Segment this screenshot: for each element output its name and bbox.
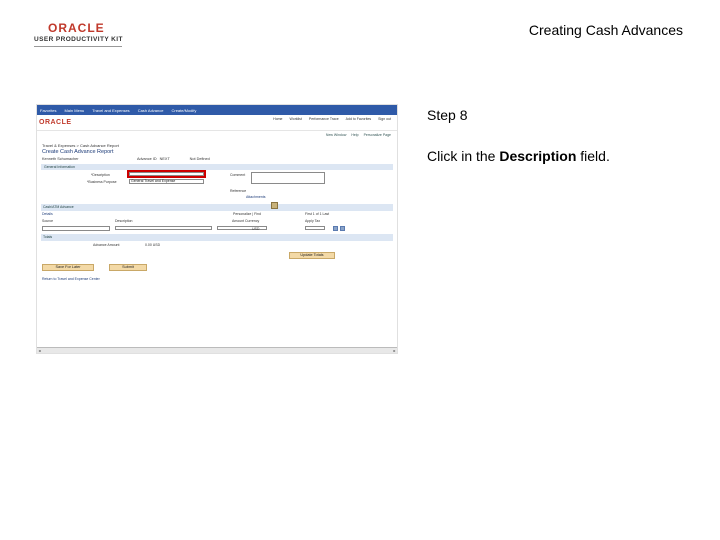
link-home[interactable]: Home xyxy=(273,117,282,121)
cash-advance-bar: Cash/ATM Advance xyxy=(41,204,393,211)
advance-amount-label: Advance Amount xyxy=(93,243,120,247)
description-row: *Description Comment *Business Purpose G… xyxy=(37,170,397,188)
step-screenshot: Favorites Main Menu Travel and Expenses … xyxy=(36,104,398,354)
source-select[interactable] xyxy=(42,226,110,231)
nav-main-menu[interactable]: Main Menu xyxy=(64,108,84,113)
header-links: Home Worklist Performance Trace Add to F… xyxy=(273,117,391,121)
grid-row: USD xyxy=(37,225,397,234)
personalize-link[interactable]: Personalize | Find xyxy=(233,212,261,216)
instruction-prefix: Click in the xyxy=(427,148,500,164)
cash-advance-label: Cash/ATM Advance xyxy=(43,205,74,209)
instruction-suffix: field. xyxy=(576,148,610,164)
advance-amount-value: 0.00 USD xyxy=(145,243,161,247)
advance-amount-row: Advance Amount 0.00 USD xyxy=(37,241,397,250)
submit-button[interactable]: Submit xyxy=(109,264,147,271)
page-links: New Window Help Personalize Page xyxy=(37,133,397,137)
comment-label: Comment xyxy=(230,173,246,177)
add-row-icon[interactable] xyxy=(333,226,338,231)
details-row: Details Personalize | Find First 1 of 1 … xyxy=(37,202,397,218)
col-amount-currency: Amount Currency xyxy=(232,219,260,223)
attachments-link[interactable]: Attachments xyxy=(246,195,265,199)
document-title: Creating Cash Advances xyxy=(528,22,683,38)
details-tab[interactable]: Details xyxy=(42,212,53,216)
nav-cash-advance[interactable]: Cash Advance xyxy=(138,108,164,113)
totals-label: Totals xyxy=(43,235,53,239)
currency-value: USD xyxy=(252,227,260,231)
advance-id-label: Advance ID xyxy=(137,157,157,161)
step-instruction: Click in the Description field. xyxy=(427,148,610,164)
advance-id-value: NEXT xyxy=(159,157,170,161)
col-description: Description xyxy=(115,219,133,223)
grid-header: Source Description Amount Currency Apply… xyxy=(37,218,397,225)
link-performance-trace[interactable]: Performance Trace xyxy=(309,117,339,121)
description-highlight xyxy=(127,170,206,178)
link-sign-out[interactable]: Sign out xyxy=(378,117,391,121)
action-buttons-row: Save For Later Submit xyxy=(37,262,397,276)
breadcrumb: Travel & Expenses > Cash Advance Report xyxy=(42,143,119,148)
logo-divider xyxy=(34,46,122,47)
upk-slide: ORACLE USER PRODUCTIVITY KIT Creating Ca… xyxy=(0,0,720,540)
horizontal-scrollbar[interactable]: ◂ ▸ xyxy=(37,347,397,353)
app-nav-bar: Favorites Main Menu Travel and Expenses … xyxy=(37,105,397,115)
nav-travel[interactable]: Travel and Expenses xyxy=(92,108,129,113)
app-brand: ORACLE xyxy=(39,119,72,126)
link-new-window[interactable]: New Window xyxy=(326,133,346,137)
return-link[interactable]: Return to Travel and Expense Center xyxy=(42,277,100,281)
delete-row-icon[interactable] xyxy=(340,226,345,231)
link-worklist[interactable]: Worklist xyxy=(290,117,302,121)
employee-row: Kenneth Schumacher Advance ID NEXT Not D… xyxy=(42,157,397,161)
app-header: ORACLE Home Worklist Performance Trace A… xyxy=(37,115,397,131)
grid-range: First 1 of 1 Last xyxy=(305,212,330,216)
instruction-field-name: Description xyxy=(499,148,577,164)
reference-row: Reference Attachments xyxy=(37,188,397,204)
scroll-left-icon[interactable]: ◂ xyxy=(37,348,42,353)
scroll-right-icon[interactable]: ▸ xyxy=(392,348,397,353)
status-value: Not Defined xyxy=(189,157,210,161)
nav-favorites[interactable]: Favorites xyxy=(40,108,56,113)
update-totals-button[interactable]: Update Totals xyxy=(289,252,335,259)
description-label: *Description xyxy=(91,173,110,177)
oracle-upk-logo: ORACLE USER PRODUCTIVITY KIT xyxy=(34,22,124,48)
link-add-favorites[interactable]: Add to Favorites xyxy=(346,117,371,121)
update-totals-row: Update Totals xyxy=(37,250,397,262)
comment-field[interactable] xyxy=(251,172,325,184)
apply-tax-field[interactable] xyxy=(305,226,325,230)
col-apply-tax: Apply Tax xyxy=(305,219,321,223)
business-purpose-select[interactable]: General Travel and Expense xyxy=(129,179,204,184)
save-for-later-button[interactable]: Save For Later xyxy=(42,264,94,271)
business-purpose-label: *Business Purpose xyxy=(87,180,117,184)
logo-upk-text: USER PRODUCTIVITY KIT xyxy=(34,36,123,43)
link-personalize-page[interactable]: Personalize Page xyxy=(364,133,391,137)
add-attachment-icon[interactable] xyxy=(271,202,278,209)
link-help[interactable]: Help xyxy=(351,133,358,137)
reference-label: Reference xyxy=(230,189,247,193)
employee-name: Kenneth Schumacher xyxy=(42,157,79,161)
line-description-field[interactable] xyxy=(115,226,212,230)
return-row: Return to Travel and Expense Center xyxy=(37,276,397,284)
amount-field[interactable] xyxy=(217,226,267,230)
page-title: Create Cash Advance Report xyxy=(42,149,114,155)
nav-create-modify[interactable]: Create/Modify xyxy=(171,108,196,113)
step-number: Step 8 xyxy=(427,107,468,123)
logo-oracle-text: ORACLE xyxy=(48,21,105,35)
totals-bar: Totals xyxy=(41,234,393,241)
col-source: Source xyxy=(42,219,54,223)
